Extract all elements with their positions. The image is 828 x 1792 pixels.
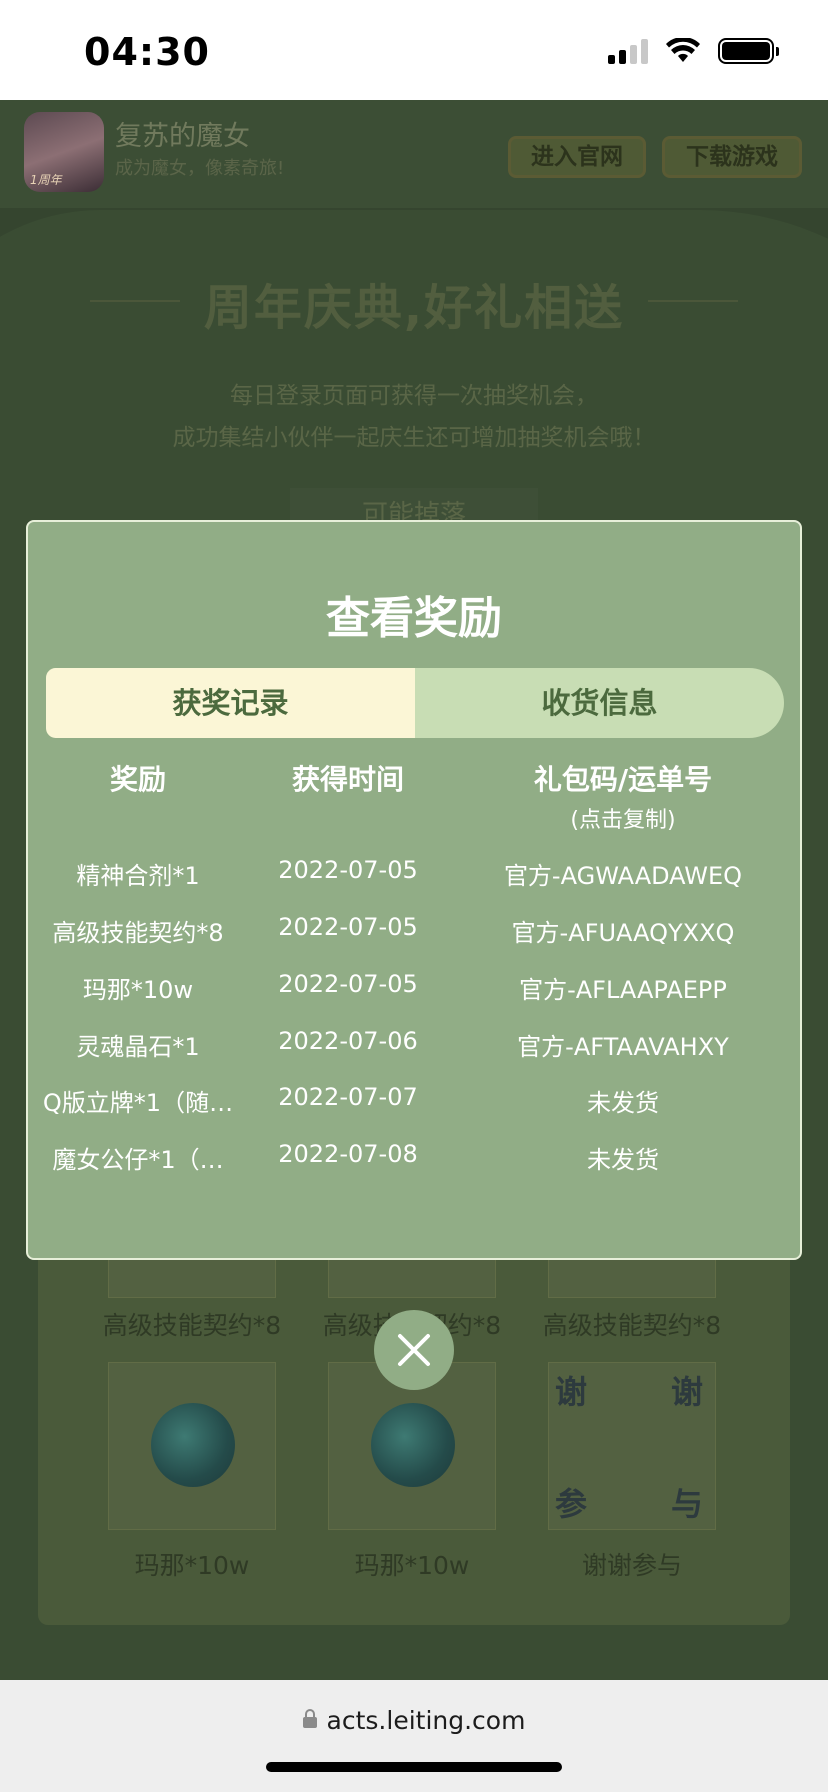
row-time: 2022-07-06 <box>278 1027 418 1055</box>
status-bar: 04:30 <box>0 0 828 100</box>
row-time: 2022-07-05 <box>278 970 418 998</box>
prize-panel: 高级技能契约*8 高级技能契约*8 高级技能契约*8 谢 谢 参 与 玛那*10… <box>38 1130 790 1625</box>
row-status: 未发货 <box>587 1146 659 1174</box>
row-reward: Q版立牌*1（随… <box>42 1089 234 1117</box>
official-site-button[interactable]: 进入官网 <box>508 136 646 178</box>
app-topbar: 1周年 复苏的魔女 成为魔女，像素奇旅! 进入官网 下载游戏 <box>0 100 828 208</box>
home-indicator[interactable] <box>266 1762 562 1772</box>
cellular-signal-icon <box>608 38 648 64</box>
row-reward: 灵魂晶石*1 <box>76 1033 200 1061</box>
row-reward: 玛那*10w <box>82 976 194 1004</box>
thanks-card-char: 与 <box>671 1485 704 1523</box>
status-icons <box>608 38 779 64</box>
prize-label: 高级技能契约*8 <box>102 1311 282 1340</box>
thanks-card-char: 谢 <box>555 1373 588 1411</box>
tab-prize-records[interactable]: 获奖记录 <box>46 668 415 738</box>
url-text: acts.leiting.com <box>326 1706 526 1735</box>
prize-label: 玛那*10w <box>134 1551 250 1580</box>
row-code[interactable]: 官方-AGWAADAWEQ <box>458 856 788 891</box>
row-reward: 魔女公仔*1（… <box>52 1146 224 1174</box>
rewards-modal: 查看奖励 获奖记录 收货信息 奖励 获得时间 礼包码/运单号 (点击复制) 精神… <box>26 520 802 1260</box>
prize-label: 谢谢参与 <box>581 1551 682 1580</box>
row-time: 2022-07-07 <box>278 1083 418 1111</box>
app-name: 复苏的魔女 <box>115 121 250 152</box>
app-logo: 1周年 <box>24 112 104 192</box>
url-display[interactable]: acts.leiting.com <box>0 1706 828 1735</box>
column-header-reward: 奖励 <box>109 763 166 796</box>
mana-orb-icon <box>151 1403 235 1487</box>
row-time: 2022-07-05 <box>278 913 418 941</box>
row-time: 2022-07-05 <box>278 856 418 884</box>
status-time: 04:30 <box>84 30 210 74</box>
row-reward: 精神合剂*1 <box>76 862 200 890</box>
row-code[interactable]: 官方-AFUAAQYXXQ <box>458 913 788 948</box>
download-game-button[interactable]: 下载游戏 <box>662 136 802 178</box>
browser-url-bar[interactable]: acts.leiting.com <box>0 1680 828 1792</box>
modal-title: 查看奖励 <box>326 593 502 644</box>
column-header-time: 获得时间 <box>291 763 404 796</box>
lock-icon <box>302 1709 317 1728</box>
mana-orb-icon <box>371 1403 455 1487</box>
thanks-card-char: 谢 <box>671 1373 704 1411</box>
close-modal-button[interactable] <box>374 1310 454 1390</box>
wifi-icon <box>666 38 700 62</box>
row-code[interactable]: 官方-AFLAAPAEPP <box>458 970 788 1005</box>
battery-icon <box>718 38 779 64</box>
column-header-code-hint: (点击复制) <box>570 808 676 833</box>
row-reward: 高级技能契约*8 <box>52 919 224 947</box>
prize-label: 玛那*10w <box>354 1551 470 1580</box>
close-icon <box>398 1334 430 1366</box>
app-tagline: 成为魔女，像素奇旅! <box>115 158 285 179</box>
prize-label: 高级技能契约*8 <box>542 1311 722 1340</box>
row-code[interactable]: 官方-AFTAAVAHXY <box>458 1027 788 1062</box>
modal-tabs: 获奖记录 收货信息 <box>46 668 784 738</box>
row-time: 2022-07-08 <box>278 1140 418 1168</box>
prize-card-thanks: 谢 谢 参 与 <box>548 1362 716 1530</box>
prize-card <box>108 1362 276 1530</box>
thanks-card-char: 参 <box>555 1485 588 1523</box>
tab-shipping-info[interactable]: 收货信息 <box>415 668 784 738</box>
column-header-code: 礼包码/运单号 <box>533 763 713 796</box>
logo-anniversary-tag: 1周年 <box>30 173 62 187</box>
promo-title: 周年庆典,好礼相送 <box>203 280 625 336</box>
promo-desc-line1: 每日登录页面可获得一次抽奖机会， <box>230 383 598 409</box>
row-status: 未发货 <box>587 1089 659 1117</box>
promo-desc-line2: 成功集结小伙伴一起庆生还可增加抽奖机会哦！ <box>172 425 656 451</box>
